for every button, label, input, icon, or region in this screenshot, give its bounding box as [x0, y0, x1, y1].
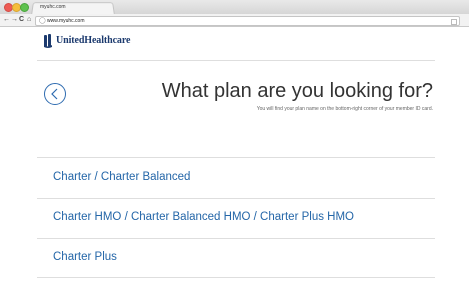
plan-option-charter-plus[interactable]: Charter Plus	[53, 251, 117, 263]
globe-icon: ◯	[39, 18, 46, 24]
brand-name: UnitedHealthcare	[56, 35, 131, 46]
chevron-left-icon	[51, 88, 58, 100]
header-divider	[37, 60, 435, 61]
zoom-window-button[interactable]	[20, 3, 29, 12]
page-menu-icon[interactable]	[451, 19, 457, 25]
back-button[interactable]	[44, 83, 66, 105]
address-bar[interactable]: ◯ www.myuhc.com	[35, 16, 460, 26]
divider	[37, 277, 435, 278]
forward-arrow-icon[interactable]: →	[11, 15, 18, 25]
back-arrow-icon[interactable]: ←	[3, 15, 10, 25]
divider	[37, 157, 435, 158]
page-title: What plan are you looking for?	[161, 80, 433, 102]
page-subtitle: You will find your plan name on the bott…	[256, 106, 433, 112]
reload-icon[interactable]: C	[19, 15, 24, 25]
home-icon[interactable]: ⌂	[27, 15, 31, 25]
plan-option-charter-balanced[interactable]: Charter / Charter Balanced	[53, 171, 190, 183]
plan-option-charter-hmo[interactable]: Charter HMO / Charter Balanced HMO / Cha…	[53, 211, 354, 223]
tab-title[interactable]: myuhc.com	[40, 4, 66, 10]
title-bar: myuhc.com	[0, 0, 469, 16]
divider	[37, 238, 435, 239]
divider	[37, 198, 435, 199]
browser-window: myuhc.com ← → C ⌂ ◯ www.myuhc.com United…	[0, 0, 469, 294]
shield-logo-icon	[44, 34, 52, 48]
url-text[interactable]: www.myuhc.com	[47, 17, 85, 25]
browser-toolbar: ← → C ⌂ ◯ www.myuhc.com	[0, 14, 469, 27]
